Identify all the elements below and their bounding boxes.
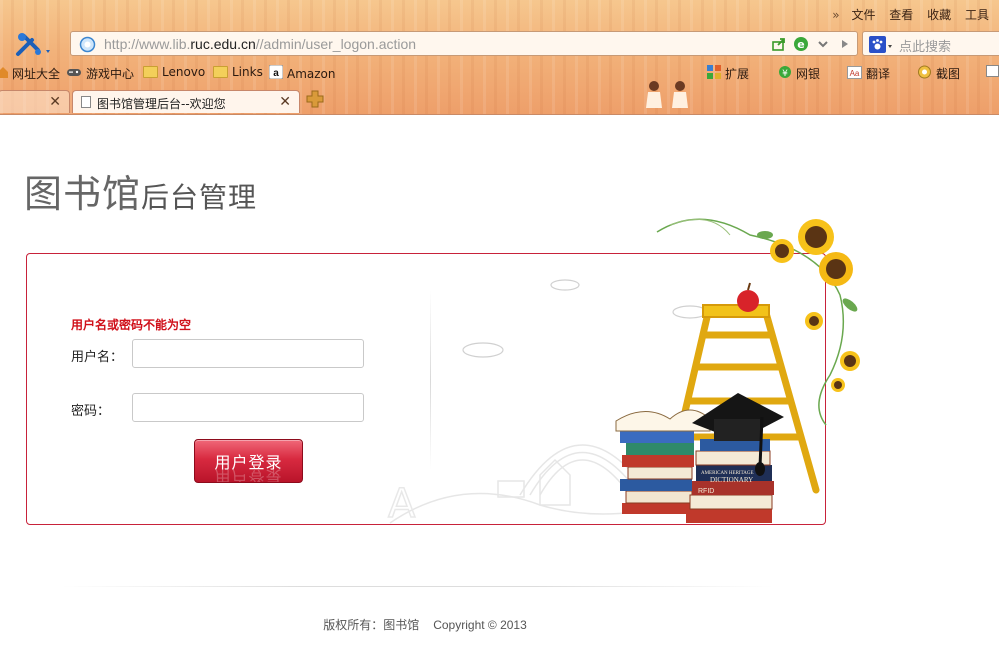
svg-text:e: e <box>797 38 804 51</box>
login-button-reflection: 用户登录 <box>214 466 283 483</box>
toolbar-label: 截图 <box>936 67 961 81</box>
username-input[interactable] <box>132 339 364 368</box>
page-icon <box>81 96 91 108</box>
close-icon[interactable]: ✕ <box>49 94 61 110</box>
new-tab-plus-icon[interactable] <box>306 90 324 112</box>
bookmark-label: Amazon <box>287 66 336 81</box>
browser-menu-bar: » 文件 查看 收藏 工具 <box>832 6 999 23</box>
error-message: 用户名或密码不能为空 <box>71 318 192 332</box>
menu-tools[interactable]: 工具 <box>965 8 989 22</box>
footer-copyright: Copyright © 2013 <box>433 618 527 632</box>
bookmark-home[interactable]: 网址大全 <box>0 65 60 82</box>
toolbar-extensions[interactable]: 扩展 <box>707 65 749 82</box>
page-title: 图书馆后台管理 <box>24 163 257 218</box>
dropdown-arrow-icon[interactable] <box>815 35 831 52</box>
svg-text:a: a <box>273 68 279 79</box>
chevron-double-right-icon[interactable]: » <box>832 8 839 22</box>
home-icon <box>0 66 8 81</box>
folder-icon <box>143 66 158 78</box>
bank-icon: ¥ <box>778 65 792 82</box>
menu-file[interactable]: 文件 <box>851 8 875 22</box>
menu-favorites[interactable]: 收藏 <box>927 8 951 22</box>
bookmark-label: 游戏中心 <box>86 67 135 81</box>
translate-icon: Aa <box>847 65 862 82</box>
bookmark-label: Lenovo <box>162 65 206 79</box>
bookmark-links[interactable]: Links <box>213 65 263 79</box>
password-input[interactable] <box>132 393 364 422</box>
page-title-main: 图书馆 <box>24 172 142 216</box>
cloud-icon <box>462 279 708 358</box>
bookmark-games[interactable]: 游戏中心 <box>66 65 134 82</box>
book-label-rfid: RFID <box>698 488 714 495</box>
globe-icon <box>79 36 96 57</box>
tab-strip: ✕ 图书馆管理后台--欢迎您 ✕ <box>0 88 999 114</box>
search-box[interactable]: 点此搜索 <box>862 31 999 56</box>
skin-decoration <box>636 78 706 114</box>
bookmark-lenovo[interactable]: Lenovo <box>143 65 205 79</box>
svg-text:Aa: Aa <box>850 69 860 78</box>
folder-icon <box>213 66 228 78</box>
toolbar-label: 翻译 <box>866 67 891 81</box>
address-bar[interactable]: http://www.lib.ruc.edu.cn//admin/user_lo… <box>70 31 858 56</box>
url-domain: ruc.edu.cn <box>190 36 256 52</box>
screenshot-icon <box>917 65 932 82</box>
apple-icon <box>737 282 759 312</box>
ie-mode-icon[interactable]: e <box>793 35 809 52</box>
search-placeholder: 点此搜索 <box>899 40 952 55</box>
footer: 版权所有：图书馆 Copyright © 2013 <box>0 616 850 633</box>
bookmark-amazon[interactable]: a Amazon <box>268 64 336 82</box>
share-icon[interactable] <box>771 35 787 52</box>
toolbar-label: 扩展 <box>725 67 750 81</box>
toolbar-screenshot[interactable]: 截图 <box>917 65 960 82</box>
toolbar-label: 网银 <box>796 67 821 81</box>
url-prefix: http://www.lib. <box>104 36 191 52</box>
tab-title: 图书馆管理后台--欢迎您 <box>97 97 226 111</box>
tab-current[interactable]: 图书馆管理后台--欢迎您 ✕ <box>72 90 300 113</box>
close-icon[interactable]: ✕ <box>279 94 291 110</box>
svg-text:¥: ¥ <box>782 69 788 79</box>
address-url[interactable]: http://www.lib.ruc.edu.cn//admin/user_lo… <box>104 36 416 52</box>
page-title-sub: 后台管理 <box>141 181 258 214</box>
amazon-icon: a <box>268 64 284 82</box>
toolbar-translate[interactable]: Aa 翻译 <box>847 65 890 82</box>
footer-owner: 版权所有：图书馆 <box>323 618 420 632</box>
baidu-paw-icon[interactable] <box>869 36 893 57</box>
url-path: //admin/user_logon.action <box>255 36 417 52</box>
toolbar-bank[interactable]: ¥ 网银 <box>778 65 820 82</box>
more-icon <box>986 65 999 80</box>
bookmark-label: Links <box>232 65 263 79</box>
gamepad-icon <box>66 66 82 81</box>
tools-icon[interactable] <box>14 30 54 60</box>
tab-previous[interactable]: ✕ <box>0 90 70 113</box>
password-label: 密码： <box>71 404 111 419</box>
footer-divider <box>62 586 774 587</box>
library-illustration: A RFID AMERICAN HERITAGE DICTIONARY <box>387 218 860 528</box>
browser-chrome: » 文件 查看 收藏 工具 http://www.lib.ruc.edu.cn/… <box>0 0 999 115</box>
bookmark-label: 网址大全 <box>12 67 61 81</box>
login-button[interactable]: 用户登录 用户登录 <box>194 439 303 483</box>
toolbar-more[interactable] <box>986 65 999 80</box>
book-label-dictionary: DICTIONARY <box>710 476 753 484</box>
username-label: 用户名： <box>71 350 124 365</box>
svg-text:A: A <box>388 481 416 527</box>
go-arrow-icon[interactable] <box>837 35 853 52</box>
menu-view[interactable]: 查看 <box>889 8 913 22</box>
extensions-icon <box>707 65 721 82</box>
